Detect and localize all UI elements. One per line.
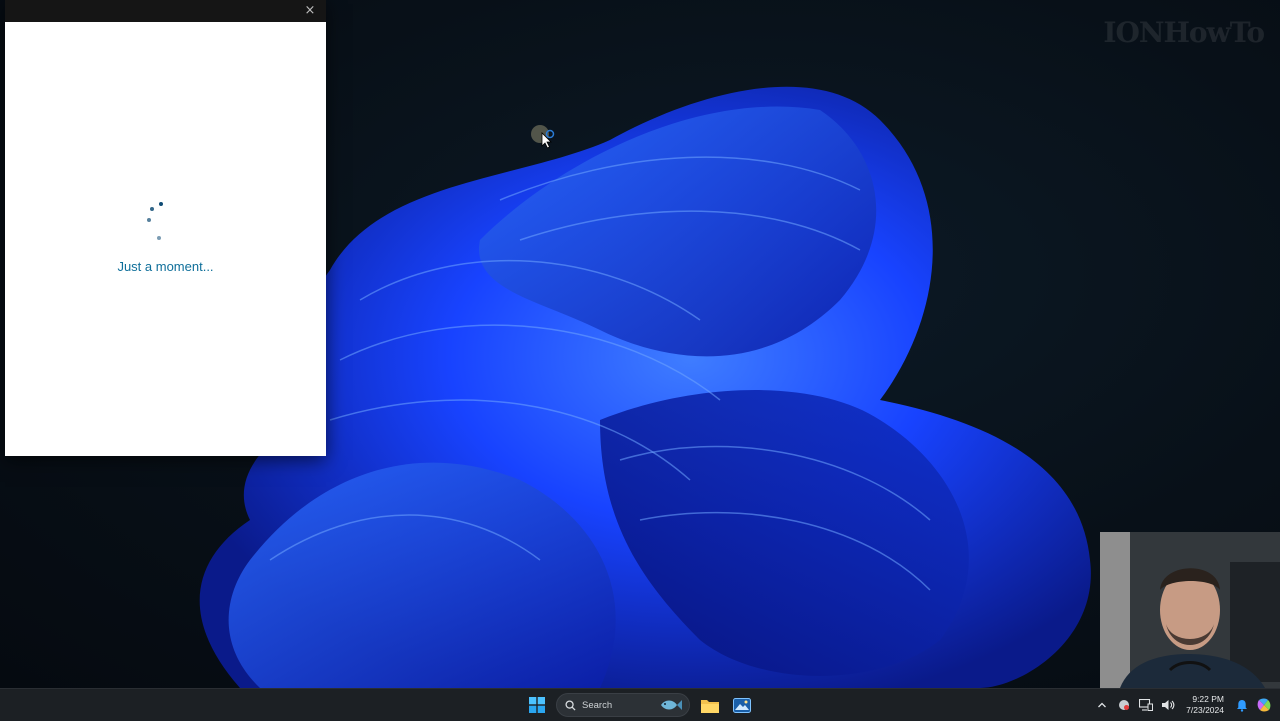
app-tray-icon — [1119, 700, 1130, 710]
folder-icon — [701, 699, 719, 713]
loading-spinner-icon — [145, 200, 169, 244]
desktop: IONHowTo × Just a moment... — [0, 0, 1280, 688]
volume-button[interactable] — [1160, 697, 1176, 713]
sign-in-dialog: × Just a moment... — [5, 0, 326, 456]
taskbar: Search 9:22 PM 7/23/2024 — [0, 688, 1280, 721]
taskbar-center: Search — [526, 692, 754, 718]
search-label: Search — [582, 699, 613, 711]
copilot-button[interactable] — [1256, 697, 1272, 713]
network-icon — [1139, 699, 1154, 711]
webcam-overlay — [1100, 532, 1280, 688]
mouse-cursor-icon — [531, 125, 555, 149]
network-button[interactable] — [1138, 697, 1154, 713]
presenter-video-icon — [1100, 532, 1280, 688]
speaker-icon — [1162, 700, 1175, 710]
file-explorer-button[interactable] — [698, 693, 722, 717]
loading-message: Just a moment... — [117, 259, 214, 274]
watermark-logo: IONHowTo — [1103, 16, 1265, 49]
taskbar-clock[interactable]: 9:22 PM 7/23/2024 — [1186, 694, 1224, 716]
bell-icon — [1237, 699, 1247, 712]
magnifier-icon — [565, 699, 576, 711]
taskbar-search[interactable]: Search — [556, 693, 690, 717]
tray-overflow-button[interactable] — [1094, 697, 1110, 713]
chevron-up-icon — [1098, 702, 1107, 708]
system-tray: 9:22 PM 7/23/2024 — [1094, 689, 1280, 721]
start-button[interactable] — [526, 694, 548, 716]
fish-icon — [661, 700, 682, 710]
photos-button[interactable] — [730, 693, 754, 717]
dialog-titlebar: × — [5, 0, 326, 22]
app-tray-button[interactable] — [1116, 697, 1132, 713]
clock-date: 7/23/2024 — [1186, 705, 1224, 715]
notification-button[interactable] — [1234, 697, 1250, 713]
close-button[interactable]: × — [302, 3, 318, 19]
clock-time: 9:22 PM — [1192, 694, 1224, 704]
copilot-icon — [1257, 698, 1271, 712]
photos-icon — [733, 697, 751, 713]
windows-start-icon — [529, 697, 545, 713]
